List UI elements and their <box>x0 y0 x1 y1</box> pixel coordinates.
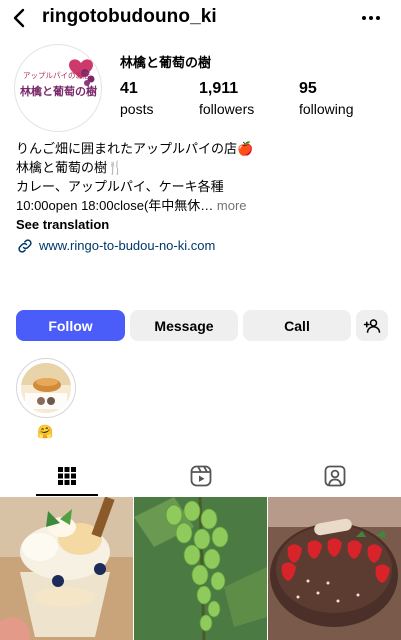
call-button[interactable]: Call <box>243 310 351 341</box>
posts-label: posts <box>120 101 154 117</box>
grid-post-2[interactable] <box>134 497 267 640</box>
profile-avatar[interactable]: アップルパイのお店 林檎と葡萄の樹 <box>14 44 102 132</box>
back-arrow-icon[interactable] <box>8 6 32 30</box>
stat-followers[interactable]: 1,911 followers <box>199 80 254 119</box>
tab-posts-grid[interactable] <box>0 456 133 496</box>
reels-icon <box>190 465 211 487</box>
tagged-person-icon <box>324 465 345 487</box>
posts-count: 41 <box>120 80 138 97</box>
website-link-row[interactable]: www.ringo-to-budou-no-ki.com <box>16 236 386 255</box>
tab-tagged[interactable] <box>268 456 401 496</box>
story-highlight[interactable] <box>16 358 76 418</box>
highlight-thumbnail <box>21 363 71 413</box>
add-person-icon <box>363 318 381 333</box>
grid-post-3[interactable] <box>268 497 401 640</box>
posts-grid <box>0 497 401 640</box>
bio-line-3: カレー、アップルパイ、ケーキ各種 <box>16 179 224 194</box>
following-count: 95 <box>299 80 317 97</box>
bio-line-4: 10:00open 18:00close(年中無休… more <box>16 196 386 215</box>
link-icon <box>18 238 32 253</box>
active-tab-indicator <box>36 494 98 496</box>
following-label: following <box>299 101 354 117</box>
followers-count: 1,911 <box>199 80 239 97</box>
bio-line-2: 林檎と葡萄の樹🍴 <box>16 160 124 175</box>
profile-display-name: 林檎と葡萄の樹 <box>120 55 212 70</box>
avatar-subtext: アップルパイのお店 <box>23 70 91 80</box>
bio-more-link[interactable]: more <box>217 198 247 213</box>
suggest-accounts-button[interactable] <box>356 310 388 341</box>
tab-reels[interactable] <box>134 456 267 496</box>
grid-post-1[interactable] <box>0 497 133 640</box>
see-translation-link[interactable]: See translation <box>16 215 386 234</box>
bio-line-1: りんご畑に囲まれたアップルパイの店🍎 <box>16 141 254 156</box>
profile-username: ringotobudouno_ki <box>42 6 217 27</box>
stat-following[interactable]: 95 following <box>299 80 353 119</box>
top-bar: ringotobudouno_ki <box>0 0 401 36</box>
followers-label: followers <box>199 101 255 117</box>
message-button[interactable]: Message <box>130 310 238 341</box>
avatar-title-text: 林檎と葡萄の樹 <box>20 84 97 98</box>
profile-bio: りんご畑に囲まれたアップルパイの店🍎 林檎と葡萄の樹🍴 カレー、アップルパイ、ケ… <box>16 139 386 255</box>
highlight-label: 🤗 <box>37 424 54 439</box>
profile-tabs <box>0 456 401 496</box>
stat-posts[interactable]: 41 posts <box>120 80 153 119</box>
follow-button[interactable]: Follow <box>16 310 125 341</box>
website-url[interactable]: www.ringo-to-budou-no-ki.com <box>39 236 215 255</box>
grid-icon <box>57 467 76 485</box>
more-horizontal-icon[interactable] <box>359 8 383 28</box>
bio-line-4-text: 10:00open 18:00close(年中無休… <box>16 198 214 213</box>
